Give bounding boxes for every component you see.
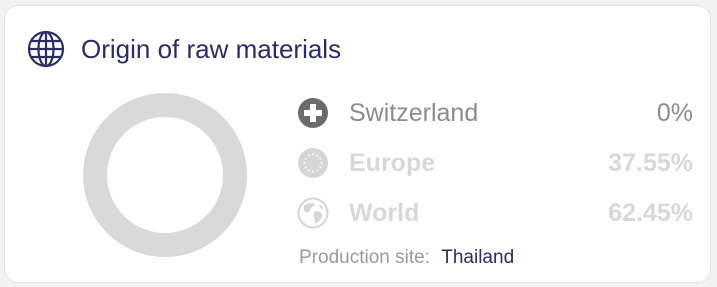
donut-ring (83, 93, 247, 257)
eu-stars-icon (298, 148, 328, 178)
production-site-label: Production site: (299, 247, 430, 268)
production-site-value: Thailand (441, 247, 515, 268)
origin-list: Switzerland 0% Europe 37.55% World 62.45… (297, 88, 693, 238)
production-site: Production site: Thailand (299, 247, 514, 269)
origin-label: Switzerland (349, 98, 479, 127)
origin-label: Europe (349, 148, 436, 177)
swiss-cross-icon (298, 98, 328, 128)
origin-label: World (349, 198, 420, 227)
origin-row-europe: Europe 37.55% (297, 138, 693, 188)
card-header: Origin of raw materials (25, 28, 341, 70)
origin-value: 37.55% (608, 148, 693, 177)
origin-value: 62.45% (608, 198, 693, 227)
origin-card: Origin of raw materials Switzerland 0% E… (4, 5, 711, 283)
origin-donut-chart (83, 93, 247, 257)
origin-row-switzerland: Switzerland 0% (297, 88, 693, 138)
globe-icon (27, 30, 65, 68)
origin-row-world: World 62.45% (297, 188, 693, 238)
earth-icon (297, 197, 329, 229)
origin-value: 0% (656, 98, 693, 127)
card-title: Origin of raw materials (81, 34, 342, 64)
